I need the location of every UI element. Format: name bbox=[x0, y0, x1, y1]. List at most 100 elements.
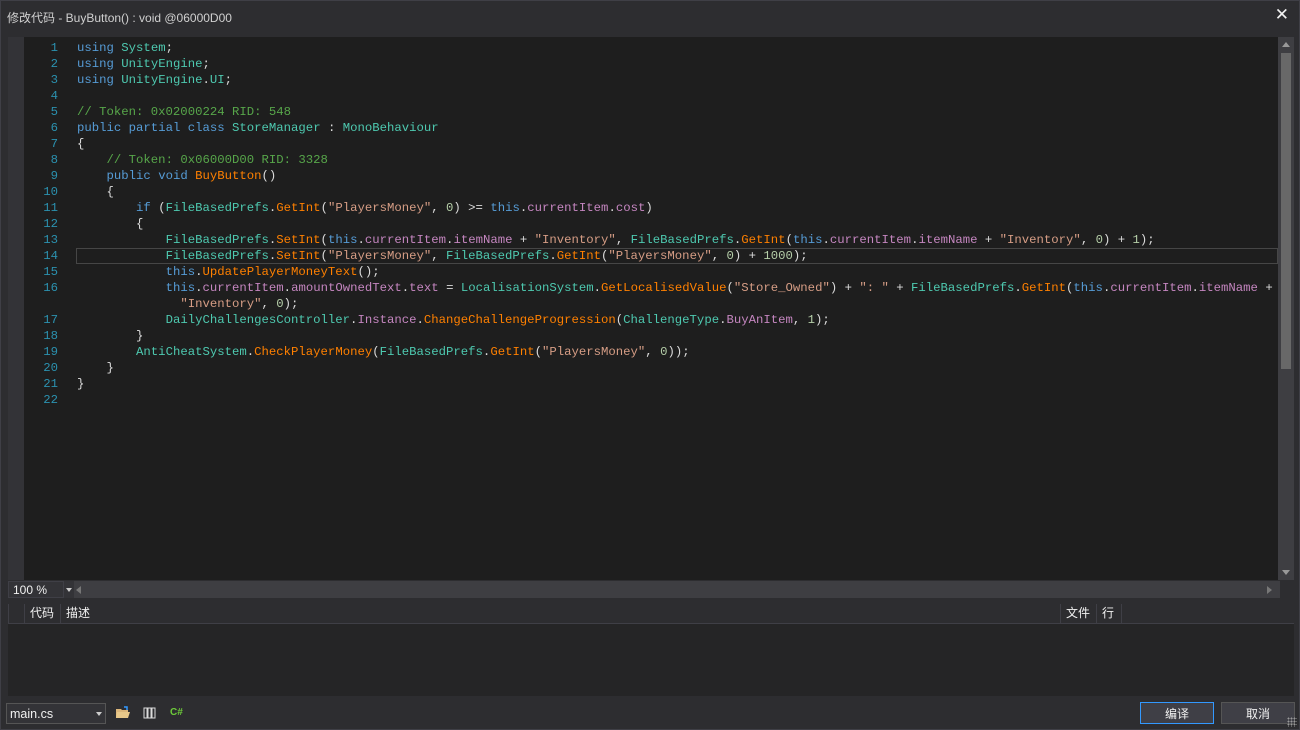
column-file[interactable]: 文件 bbox=[1060, 604, 1096, 623]
code-line[interactable]: 9 public void BuyButton() bbox=[24, 168, 1278, 184]
code-token: class bbox=[187, 121, 225, 135]
code-token: . bbox=[416, 313, 424, 327]
code-line[interactable]: 10 { bbox=[24, 184, 1278, 200]
code-token: ( bbox=[320, 201, 328, 215]
open-folder-icon[interactable] bbox=[115, 705, 131, 721]
code-line[interactable]: 17 DailyChallengesController.Instance.Ch… bbox=[24, 312, 1278, 328]
code-line[interactable]: 2 using UnityEngine; bbox=[24, 56, 1278, 72]
code-token: , bbox=[645, 345, 661, 359]
cancel-button[interactable]: 取消 bbox=[1221, 702, 1295, 724]
scroll-left-icon[interactable] bbox=[76, 586, 81, 594]
code-line[interactable]: 8 // Token: 0x06000D00 RID: 3328 bbox=[24, 152, 1278, 168]
code-line[interactable]: 6 public partial class StoreManager : Mon… bbox=[24, 120, 1278, 136]
code-token: UnityEngine bbox=[121, 73, 203, 87]
code-token: cost bbox=[615, 201, 646, 215]
code-token: , bbox=[261, 297, 277, 311]
code-token: + bbox=[977, 233, 1000, 247]
csharp-icon[interactable]: C# bbox=[170, 705, 186, 721]
scrollbar-thumb[interactable] bbox=[1281, 53, 1291, 369]
code-token: + bbox=[888, 281, 912, 295]
code-token: ; bbox=[202, 57, 210, 71]
code-token: "Inventory" bbox=[534, 233, 616, 247]
code-token: "Store_Owned" bbox=[733, 281, 830, 295]
code-token: ); bbox=[815, 313, 830, 327]
editor-margin bbox=[8, 37, 24, 580]
code-token: . bbox=[202, 73, 210, 87]
column-line[interactable]: 行 bbox=[1096, 604, 1122, 623]
code-line[interactable]: 21} bbox=[24, 376, 1278, 392]
code-token: 1 bbox=[807, 313, 816, 327]
code-line[interactable]: 16 this.currentItem.amountOwnedText.text… bbox=[24, 280, 1278, 296]
code-token: this bbox=[327, 233, 358, 247]
code-token: DailyChallengesController bbox=[165, 313, 351, 327]
code-line[interactable]: 11 if (FileBasedPrefs.GetInt("PlayersMon… bbox=[24, 200, 1278, 216]
chevron-down-icon[interactable] bbox=[64, 581, 74, 598]
column-icon[interactable] bbox=[8, 604, 24, 623]
code-token: SetInt bbox=[276, 249, 321, 263]
resize-grip-icon[interactable] bbox=[1287, 717, 1297, 727]
chevron-down-icon[interactable] bbox=[93, 704, 105, 723]
code-line[interactable]: 3 using UnityEngine.UI; bbox=[24, 72, 1278, 88]
line-number: 10 bbox=[43, 185, 58, 199]
code-token: UI bbox=[209, 73, 225, 87]
horizontal-scrollbar[interactable]: 100 % bbox=[8, 581, 1280, 598]
code-line[interactable]: 7{ bbox=[24, 136, 1278, 152]
code-token: } bbox=[77, 377, 85, 391]
error-list-header: 代码 描述 文件 行 bbox=[8, 604, 1294, 624]
code-token: ( bbox=[320, 249, 328, 263]
code-token: , bbox=[431, 249, 447, 263]
vertical-scrollbar[interactable] bbox=[1278, 37, 1294, 580]
code-line[interactable]: 18 } bbox=[24, 328, 1278, 344]
code-token: this bbox=[165, 265, 196, 279]
code-token: UnityEngine bbox=[121, 57, 203, 71]
code-token: . bbox=[608, 201, 616, 215]
code-text: this.currentItem.amountOwnedText.text = … bbox=[77, 280, 1273, 296]
code-token: + bbox=[512, 233, 535, 247]
code-token: amountOwnedText bbox=[291, 281, 402, 295]
column-code[interactable]: 代码 bbox=[24, 604, 60, 623]
code-text: using UnityEngine; bbox=[77, 56, 210, 72]
code-token: FileBasedPrefs bbox=[165, 249, 269, 263]
scroll-down-icon[interactable] bbox=[1282, 570, 1290, 575]
code-line[interactable]: 4 bbox=[24, 88, 1278, 104]
code-token: . bbox=[1191, 281, 1199, 295]
code-token: this bbox=[792, 233, 823, 247]
scroll-right-icon[interactable] bbox=[1267, 586, 1272, 594]
code-token: { bbox=[77, 185, 114, 199]
code-line[interactable]: "Inventory", 0); bbox=[24, 296, 1278, 312]
code-area[interactable]: 1 using System; 2 using UnityEngine; 3 using … bbox=[24, 37, 1278, 580]
code-token: System bbox=[121, 41, 166, 55]
code-token: FileBasedPrefs bbox=[446, 249, 550, 263]
code-line[interactable]: 13 FileBasedPrefs.SetInt(this.currentIte… bbox=[24, 232, 1278, 248]
code-editor-dialog: 修改代码 - BuyButton() : void @06000D00 ✕ 1 u… bbox=[0, 0, 1300, 730]
code-line[interactable]: 15 this.UpdatePlayerMoneyText(); bbox=[24, 264, 1278, 280]
code-token: currentItem bbox=[202, 281, 284, 295]
code-token: GetInt bbox=[741, 233, 786, 247]
column-description[interactable]: 描述 bbox=[60, 604, 1060, 623]
code-token: { bbox=[77, 137, 85, 151]
code-token: . bbox=[822, 233, 830, 247]
scroll-up-icon[interactable] bbox=[1282, 42, 1290, 47]
references-icon[interactable] bbox=[142, 705, 158, 721]
close-icon[interactable]: ✕ bbox=[1275, 5, 1289, 25]
code-line[interactable]: 20 } bbox=[24, 360, 1278, 376]
code-editor[interactable]: 1 using System; 2 using UnityEngine; 3 using … bbox=[8, 37, 1294, 580]
code-token: 0 bbox=[726, 249, 734, 263]
code-line[interactable]: 1 using System; bbox=[24, 40, 1278, 56]
title-bar: 修改代码 - BuyButton() : void @06000D00 ✕ bbox=[1, 1, 1299, 31]
code-text: { bbox=[77, 216, 143, 232]
code-token: ( bbox=[150, 201, 166, 215]
file-select[interactable]: main.cs bbox=[6, 703, 106, 724]
window-title: 修改代码 - BuyButton() : void @06000D00 bbox=[7, 11, 232, 25]
code-line[interactable]: 14 FileBasedPrefs.SetInt("PlayersMoney",… bbox=[24, 248, 1278, 264]
code-line[interactable]: 19 AntiCheatSystem.CheckPlayerMoney(File… bbox=[24, 344, 1278, 360]
code-line[interactable]: 12 { bbox=[24, 216, 1278, 232]
compile-button[interactable]: 编译 bbox=[1140, 702, 1214, 724]
code-line[interactable]: 22 bbox=[24, 392, 1278, 408]
zoom-select[interactable]: 100 % bbox=[8, 581, 64, 598]
line-number: 4 bbox=[50, 89, 58, 103]
code-line[interactable]: 5 // Token: 0x02000224 RID: 548 bbox=[24, 104, 1278, 120]
